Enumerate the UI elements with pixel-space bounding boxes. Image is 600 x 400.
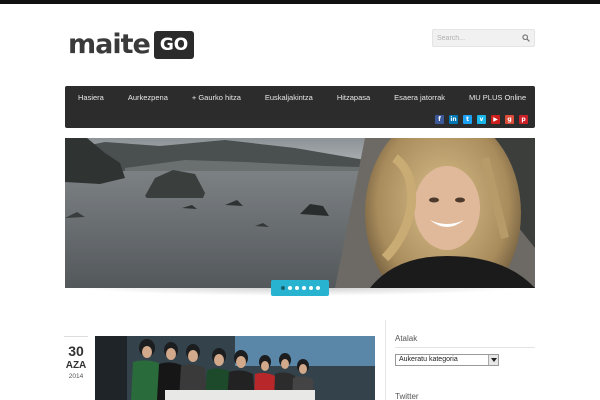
- dropdown-arrow-icon: [488, 355, 498, 365]
- nav-item-mu-plus-online[interactable]: MU PLUS Online: [457, 86, 538, 110]
- search-box: [432, 29, 535, 47]
- nav-item-aurkezpena[interactable]: Aurkezpena: [116, 86, 180, 110]
- categories-widget-title: Atalak: [395, 334, 418, 343]
- search-button[interactable]: [518, 30, 534, 46]
- sidebar-divider: [385, 320, 386, 400]
- vimeo-icon[interactable]: v: [477, 115, 486, 124]
- slider-dot[interactable]: [287, 286, 292, 290]
- slider-dot[interactable]: [308, 286, 313, 290]
- linkedin-icon[interactable]: in: [449, 115, 458, 124]
- twitter-icon[interactable]: t: [463, 115, 472, 124]
- search-icon: [522, 34, 530, 42]
- pinterest-icon[interactable]: p: [519, 115, 528, 124]
- top-bar: [0, 0, 600, 4]
- post-date-year: 2014: [68, 373, 84, 380]
- search-input[interactable]: [437, 32, 515, 44]
- social-links: f in t v ▶ g p: [435, 115, 528, 124]
- slider-pagination: [271, 280, 329, 296]
- category-select-value: Aukeratu kategoria: [399, 356, 458, 363]
- main-navigation: Hasiera Aurkezpena + Gaurko hitza Euskal…: [65, 86, 535, 128]
- category-select[interactable]: Aukeratu kategoria: [395, 354, 499, 366]
- facebook-icon[interactable]: f: [435, 115, 444, 124]
- google-plus-icon[interactable]: g: [505, 115, 514, 124]
- slider-dot[interactable]: [315, 286, 320, 290]
- twitter-widget-title: Twitter: [395, 392, 419, 400]
- nav-item-esaera-jatorrak[interactable]: Esaera jatorrak: [382, 86, 457, 110]
- post-date-month: AZA: [65, 360, 87, 371]
- featured-slider[interactable]: [65, 138, 535, 288]
- slide-image: [65, 138, 535, 288]
- widget-divider: [395, 347, 535, 348]
- post-image: [95, 336, 375, 400]
- slider-dot[interactable]: [280, 286, 285, 290]
- nav-item-hitzapasa[interactable]: Hitzapasa: [325, 86, 382, 110]
- slider-dot[interactable]: [294, 286, 299, 290]
- post-thumbnail[interactable]: [95, 336, 375, 400]
- post-date-day: 30: [68, 343, 84, 359]
- nav-item-euskaljakintza[interactable]: Euskaljakintza: [253, 86, 325, 110]
- post-date: 30 AZA 2014: [64, 336, 88, 381]
- nav-item-gaurko-hitza[interactable]: + Gaurko hitza: [180, 86, 253, 110]
- site-logo[interactable]: maite GO: [68, 29, 195, 60]
- nav-menu: Hasiera Aurkezpena + Gaurko hitza Euskal…: [65, 86, 538, 110]
- logo-badge: GO: [153, 31, 195, 59]
- nav-item-hasiera[interactable]: Hasiera: [65, 86, 116, 110]
- youtube-icon[interactable]: ▶: [491, 115, 500, 124]
- slider-dot[interactable]: [301, 286, 306, 290]
- logo-word: maite: [68, 29, 151, 60]
